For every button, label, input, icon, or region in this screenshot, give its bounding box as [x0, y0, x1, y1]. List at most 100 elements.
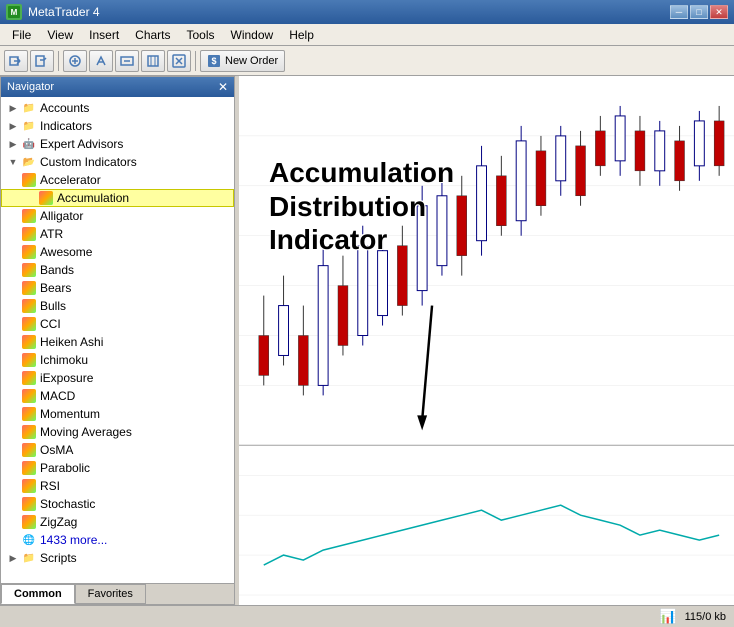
- indicator-icon-iexposure: [21, 370, 37, 386]
- nav-item-scripts[interactable]: ▶ 📁 Scripts: [1, 549, 234, 567]
- indicator-icon-heiken-ashi: [21, 334, 37, 350]
- indicator-icon-bulls: [21, 298, 37, 314]
- nav-label-moving-averages: Moving Averages: [40, 425, 132, 439]
- nav-label-osma: OsMA: [40, 443, 73, 457]
- minimize-button[interactable]: ─: [670, 5, 688, 19]
- nav-item-bulls[interactable]: Bulls: [1, 297, 234, 315]
- expand-custom: ▼: [5, 154, 21, 170]
- toolbar-btn-2[interactable]: [30, 50, 54, 72]
- annotation-line2: Distribution: [269, 190, 454, 224]
- expand-ea: ▶: [5, 136, 21, 152]
- indicator-icon-moving-averages: [21, 424, 37, 440]
- tab-favorites[interactable]: Favorites: [75, 584, 146, 604]
- toolbar-btn-5[interactable]: [115, 50, 139, 72]
- nav-label-zigzag: ZigZag: [40, 515, 77, 529]
- nav-item-more[interactable]: 🌐 1433 more...: [1, 531, 234, 549]
- nav-item-osma[interactable]: OsMA: [1, 441, 234, 459]
- indicator-icon-accelerator: [21, 172, 37, 188]
- nav-item-rsi[interactable]: RSI: [1, 477, 234, 495]
- expand-accounts: ▶: [5, 100, 21, 116]
- nav-item-bands[interactable]: Bands: [1, 261, 234, 279]
- nav-label-momentum: Momentum: [40, 407, 100, 421]
- nav-item-ichimoku[interactable]: Ichimoku: [1, 351, 234, 369]
- nav-item-moving-averages[interactable]: Moving Averages: [1, 423, 234, 441]
- new-order-button[interactable]: $ New Order: [200, 50, 285, 72]
- nav-item-parabolic[interactable]: Parabolic: [1, 459, 234, 477]
- nav-label-ea: Expert Advisors: [40, 137, 123, 151]
- nav-label-atr: ATR: [40, 227, 63, 241]
- nav-item-expert-advisors[interactable]: ▶ 🤖 Expert Advisors: [1, 135, 234, 153]
- nav-item-accumulation[interactable]: Accumulation: [1, 189, 234, 207]
- folder-icon-indicators: 📁: [21, 118, 37, 134]
- toolbar-btn-7[interactable]: [167, 50, 191, 72]
- toolbar-btn-4[interactable]: [89, 50, 113, 72]
- nav-label-indicators: Indicators: [40, 119, 92, 133]
- nav-item-heiken-ashi[interactable]: Heiken Ashi: [1, 333, 234, 351]
- window-controls: ─ □ ✕: [670, 5, 728, 19]
- tab-common[interactable]: Common: [1, 584, 75, 604]
- indicator-icon-momentum: [21, 406, 37, 422]
- navigator-close-button[interactable]: ✕: [218, 80, 228, 94]
- navigator-header: Navigator ✕: [1, 77, 234, 97]
- toolbar-btn-6[interactable]: [141, 50, 165, 72]
- nav-item-cci[interactable]: CCI: [1, 315, 234, 333]
- nav-label-iexposure: iExposure: [40, 371, 93, 385]
- nav-label-ichimoku: Ichimoku: [40, 353, 88, 367]
- navigator-tabs: Common Favorites: [1, 583, 234, 604]
- nav-item-macd[interactable]: MACD: [1, 387, 234, 405]
- chart-area: Accumulation Distribution Indicator: [239, 76, 734, 605]
- nav-item-atr[interactable]: ATR: [1, 225, 234, 243]
- close-button[interactable]: ✕: [710, 5, 728, 19]
- title-bar: M MetaTrader 4 ─ □ ✕: [0, 0, 734, 24]
- menu-file[interactable]: File: [4, 26, 39, 44]
- chart-background: Accumulation Distribution Indicator: [239, 76, 734, 605]
- nav-item-alligator[interactable]: Alligator: [1, 207, 234, 225]
- nav-item-awesome[interactable]: Awesome: [1, 243, 234, 261]
- nav-label-alligator: Alligator: [40, 209, 83, 223]
- nav-label-accelerator: Accelerator: [40, 173, 101, 187]
- nav-label-awesome: Awesome: [40, 245, 92, 259]
- menu-insert[interactable]: Insert: [81, 26, 127, 44]
- nav-item-stochastic[interactable]: Stochastic: [1, 495, 234, 513]
- toolbar-btn-3[interactable]: [63, 50, 87, 72]
- indicator-icon-atr: [21, 226, 37, 242]
- toolbar-sep-1: [58, 51, 59, 71]
- nav-item-custom-indicators[interactable]: ▼ 📂 Custom Indicators: [1, 153, 234, 171]
- indicator-icon-awesome: [21, 244, 37, 260]
- menu-window[interactable]: Window: [223, 26, 282, 44]
- title-bar-left: M MetaTrader 4: [6, 4, 100, 20]
- maximize-button[interactable]: □: [690, 5, 708, 19]
- main-content: Navigator ✕ ▶ 📁 Accounts ▶ 📁 Indicators: [0, 76, 734, 605]
- menu-tools[interactable]: Tools: [179, 26, 223, 44]
- nav-item-bears[interactable]: Bears: [1, 279, 234, 297]
- folder-icon-accounts: 📁: [21, 100, 37, 116]
- indicator-icon-stochastic: [21, 496, 37, 512]
- nav-label-more: 1433 more...: [40, 533, 107, 547]
- nav-item-accounts[interactable]: ▶ 📁 Accounts: [1, 99, 234, 117]
- menu-view[interactable]: View: [39, 26, 81, 44]
- nav-label-scripts: Scripts: [40, 551, 77, 565]
- annotation-line1: Accumulation: [269, 156, 454, 190]
- expand-scripts: ▶: [5, 550, 21, 566]
- nav-item-momentum[interactable]: Momentum: [1, 405, 234, 423]
- menu-help[interactable]: Help: [281, 26, 322, 44]
- toolbar-btn-1[interactable]: [4, 50, 28, 72]
- nav-item-zigzag[interactable]: ZigZag: [1, 513, 234, 531]
- navigator-panel: Navigator ✕ ▶ 📁 Accounts ▶ 📁 Indicators: [0, 76, 235, 605]
- indicator-icon-bears: [21, 280, 37, 296]
- toolbar-sep-2: [195, 51, 196, 71]
- nav-item-accelerator[interactable]: Accelerator: [1, 171, 234, 189]
- annotation-line3: Indicator: [269, 223, 454, 257]
- nav-item-iexposure[interactable]: iExposure: [1, 369, 234, 387]
- navigator-content[interactable]: ▶ 📁 Accounts ▶ 📁 Indicators ▶ 🤖 Expert A…: [1, 97, 234, 583]
- menu-charts[interactable]: Charts: [127, 26, 178, 44]
- indicator-icon-rsi: [21, 478, 37, 494]
- menu-bar: File View Insert Charts Tools Window Hel…: [0, 24, 734, 46]
- indicator-icon-cci: [21, 316, 37, 332]
- indicator-icon-zigzag: [21, 514, 37, 530]
- toolbar: $ New Order: [0, 46, 734, 76]
- nav-item-indicators[interactable]: ▶ 📁 Indicators: [1, 117, 234, 135]
- nav-label-bands: Bands: [40, 263, 74, 277]
- nav-label-rsi: RSI: [40, 479, 60, 493]
- indicator-icon-osma: [21, 442, 37, 458]
